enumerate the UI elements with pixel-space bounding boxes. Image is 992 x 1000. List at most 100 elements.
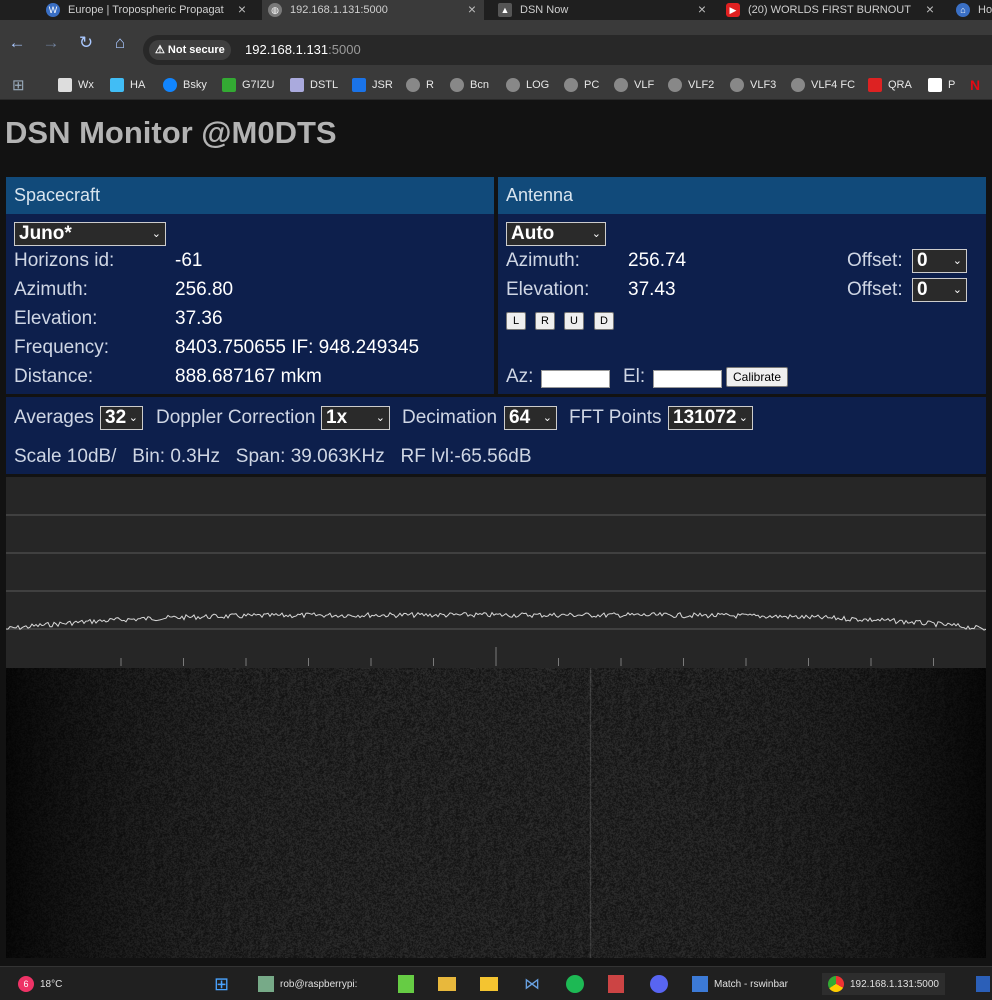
waterfall-canvas <box>6 668 986 958</box>
fft-points-label: FFT Points <box>569 407 662 428</box>
bookmark-vlf3[interactable]: VLF3 <box>730 77 776 93</box>
antenna-mode-select[interactable]: Auto ⌄ <box>506 222 606 246</box>
page-body: DSN Monitor @M0DTS Spacecraft Juno* ⌄ Ho… <box>0 100 992 966</box>
chevron-down-icon: ⌄ <box>952 255 962 267</box>
file-explorer-icon[interactable] <box>438 973 456 995</box>
bookmark-jsr[interactable]: JSR <box>352 77 393 93</box>
app-icon <box>692 976 708 992</box>
notepad-icon[interactable] <box>398 973 414 995</box>
square-icon <box>352 78 366 92</box>
folder-icon[interactable] <box>480 973 498 995</box>
bookmark-wx[interactable]: Wx <box>58 77 94 93</box>
start-icon[interactable]: ⊞ <box>214 973 229 995</box>
fft-points-value: 131072 <box>673 407 737 428</box>
decimation-select[interactable]: 64 ⌄ <box>504 406 557 430</box>
visual-studio-icon[interactable]: ⋈ <box>524 973 540 995</box>
mail-icon <box>290 78 304 92</box>
taskbar-match[interactable]: Match - rswinbar <box>692 973 788 995</box>
forward-icon[interactable]: → <box>40 32 62 54</box>
back-icon[interactable]: ← <box>6 32 28 54</box>
azimuth-value: 256.80 <box>175 279 234 300</box>
spacecraft-select-value: Juno* <box>19 223 72 244</box>
bookmark-label: VLF3 <box>750 79 777 91</box>
bookmark-vlf2[interactable]: VLF2 <box>668 77 714 93</box>
up-button[interactable]: U <box>564 312 584 330</box>
home-icon[interactable]: ⌂ <box>109 32 131 54</box>
globe-icon: ◍ <box>268 3 282 17</box>
globe-icon <box>406 78 420 92</box>
bookmark-label: HA <box>130 79 146 91</box>
averages-select[interactable]: 32 ⌄ <box>100 406 143 430</box>
frequency-label: Frequency: <box>14 337 110 358</box>
bookmark-label: QRA <box>888 79 912 91</box>
left-button[interactable]: L <box>506 312 526 330</box>
bookmark-label: DSTL <box>310 79 339 91</box>
offset-az-value: 0 <box>917 250 928 271</box>
reload-icon[interactable]: ↻ <box>75 32 97 54</box>
url-text[interactable]: 192.168.1.131:5000 <box>245 42 361 57</box>
tab-ho[interactable]: ⌂ Ho <box>950 0 992 20</box>
horizons-id-value: -61 <box>175 250 203 271</box>
globe-icon <box>506 78 520 92</box>
tab-dsn-monitor[interactable]: ◍ 192.168.1.131:5000 × <box>262 0 484 20</box>
right-button[interactable]: R <box>535 312 555 330</box>
spacecraft-select[interactable]: Juno* ⌄ <box>14 222 166 246</box>
chevron-down-icon: ⌄ <box>375 412 385 424</box>
bookmark-log[interactable]: LOG <box>506 77 549 93</box>
terminal-icon <box>258 976 274 992</box>
taskbar-chrome[interactable]: 192.168.1.131:5000 <box>822 973 945 995</box>
chevron-down-icon: ⌄ <box>128 412 138 424</box>
down-button[interactable]: D <box>594 312 614 330</box>
decimation-label: Decimation <box>402 407 498 428</box>
apps-grid-icon[interactable]: ⊞ <box>12 77 25 94</box>
close-icon[interactable]: × <box>926 1 934 17</box>
bookmark-bsky[interactable]: Bsky <box>163 77 207 93</box>
offset-el-select[interactable]: 0 ⌄ <box>912 278 967 302</box>
chevron-down-icon: ⌄ <box>591 228 601 240</box>
taskbar-terminal[interactable]: rob@raspberrypi: <box>258 973 357 995</box>
chevron-down-icon: ⌄ <box>151 228 161 240</box>
bookmark-label: PC <box>584 79 600 91</box>
weather-temp: 18°C <box>40 978 63 990</box>
bookmark-ha[interactable]: HA <box>110 77 145 93</box>
app-icon[interactable] <box>608 973 624 995</box>
bookmark-p[interactable]: P <box>928 77 955 93</box>
az-input-label: Az: <box>506 366 534 387</box>
bookmark-pc[interactable]: PC <box>564 77 599 93</box>
discord-icon[interactable] <box>650 973 668 995</box>
weather-widget[interactable]: 6 18°C <box>18 973 62 995</box>
calibrate-button[interactable]: Calibrate <box>726 367 789 387</box>
az-calibrate-input[interactable] <box>541 370 610 388</box>
bookmark-vlf4fc[interactable]: VLF4 FC <box>791 77 855 93</box>
address-bar[interactable]: ⚠ Not secure 192.168.1.131:5000 <box>143 35 992 65</box>
spotify-icon[interactable] <box>566 973 584 995</box>
bookmark-bcn[interactable]: Bcn <box>450 77 489 93</box>
antenna-header: Antenna <box>498 177 986 214</box>
security-chip[interactable]: ⚠ Not secure <box>149 40 231 60</box>
netflix-icon[interactable]: N <box>970 77 980 93</box>
el-calibrate-input[interactable] <box>653 370 722 388</box>
close-icon[interactable]: × <box>238 1 246 17</box>
fft-points-select[interactable]: 131072 ⌄ <box>668 406 753 430</box>
bookmark-vlf[interactable]: VLF <box>614 77 654 93</box>
doppler-select[interactable]: 1x ⌄ <box>321 406 390 430</box>
tab-europe-tropo[interactable]: W Europe | Tropospheric Propagat × <box>40 0 250 20</box>
taskbar-label: Match - rswinbar <box>714 978 788 990</box>
bookmark-r[interactable]: R <box>406 77 434 93</box>
bookmark-dstl[interactable]: DSTL <box>290 77 338 93</box>
distance-label: Distance: <box>14 366 94 387</box>
app-icon[interactable] <box>976 973 990 995</box>
bookmark-qra[interactable]: QRA <box>868 77 912 93</box>
tab-dsn-now[interactable]: ▲ DSN Now × <box>492 0 714 20</box>
antenna-azimuth-value: 256.74 <box>628 250 687 271</box>
globe-icon <box>450 78 464 92</box>
bookmark-g7izu[interactable]: G7IZU <box>222 77 274 93</box>
tab-youtube[interactable]: ▶ (20) WORLDS FIRST BURNOUT × <box>720 0 942 20</box>
close-icon[interactable]: × <box>468 1 476 17</box>
decimation-value: 64 <box>509 407 531 428</box>
close-icon[interactable]: × <box>698 1 706 17</box>
offset-az-select[interactable]: 0 ⌄ <box>912 249 967 273</box>
offset-el-value: 0 <box>917 279 928 300</box>
spectrum-trace <box>5 611 987 631</box>
globe-icon <box>730 78 744 92</box>
